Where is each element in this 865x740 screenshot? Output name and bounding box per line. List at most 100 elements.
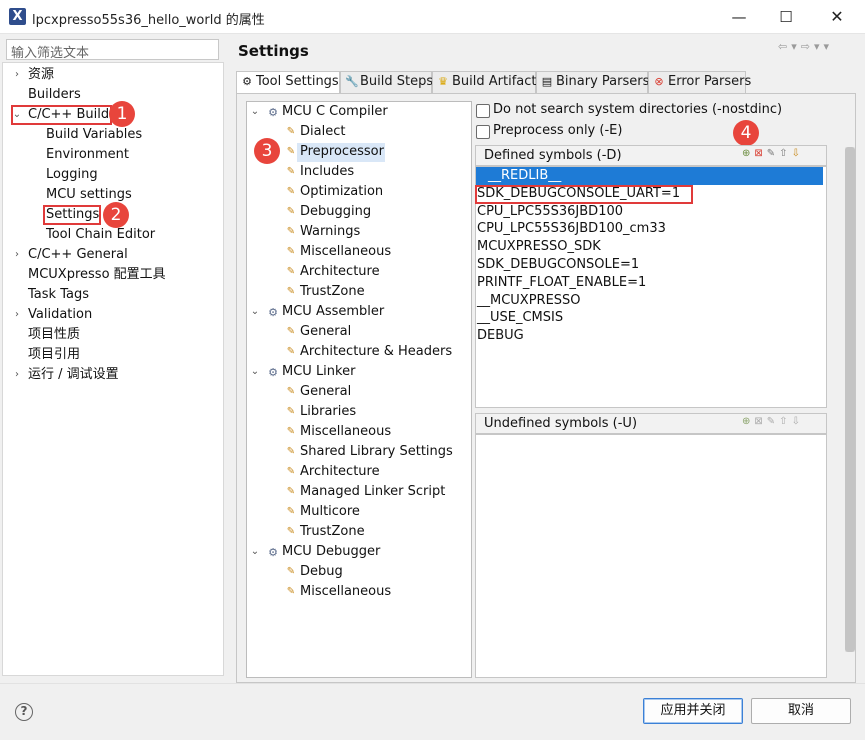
undefined-symbols-list[interactable] (475, 434, 827, 678)
apply-and-close-button[interactable]: 应用并关闭 (643, 698, 743, 724)
option-page-icon: ✎ (286, 466, 296, 477)
tool-option-page[interactable]: Architecture & Headers (300, 342, 452, 362)
filter-input[interactable]: 输入筛选文本 (6, 39, 219, 61)
tab-label: Binary Parsers (556, 74, 650, 89)
tab-error-parsers[interactable]: ⊗ Error Parsers (648, 71, 751, 93)
step-badge-2: 2 (103, 202, 129, 228)
option-page-icon: ✎ (286, 586, 296, 597)
tree-item[interactable]: Logging (46, 165, 98, 185)
tree-item[interactable]: Builders (28, 85, 81, 105)
symbol-row[interactable]: PRINTF_FLOAT_ENABLE=1 (477, 274, 646, 292)
tool-option-page[interactable]: Includes (300, 162, 354, 182)
collapse-icon[interactable]: ⌄ (249, 106, 261, 117)
delete-symbol-icon[interactable]: ⊠ (754, 416, 766, 427)
symbol-row[interactable]: SDK_DEBUGCONSOLE=1 (477, 256, 639, 274)
option-page-icon: ✎ (286, 486, 296, 497)
help-icon[interactable]: ? (15, 703, 33, 721)
tool-option-page[interactable]: Miscellaneous (300, 242, 391, 262)
vertical-scrollbar[interactable] (845, 147, 855, 652)
move-down-icon[interactable]: ⇩ (792, 148, 804, 159)
collapse-icon[interactable]: ⌄ (249, 546, 261, 557)
cancel-button[interactable]: 取消 (751, 698, 851, 724)
tree-item[interactable]: 运行 / 调试设置 (28, 365, 119, 385)
symbol-row[interactable]: CPU_LPC55S36JBD100_cm33 (477, 220, 666, 238)
tree-item[interactable]: 项目性质 (28, 325, 80, 345)
symbol-row[interactable]: __MCUXPRESSO (477, 292, 581, 310)
add-symbol-icon[interactable]: ⊕ (742, 148, 754, 159)
tool-option-page[interactable]: Miscellaneous (300, 582, 391, 602)
tool-option-page[interactable]: Libraries (300, 402, 356, 422)
tree-item[interactable]: Task Tags (28, 285, 89, 305)
tree-item[interactable]: 资源 (28, 65, 54, 85)
tree-item[interactable]: C/C++ General (28, 245, 128, 265)
close-button[interactable]: ✕ (817, 3, 857, 31)
tool-option-page[interactable]: Optimization (300, 182, 383, 202)
collapse-icon[interactable]: ⌄ (249, 366, 261, 377)
tree-item[interactable]: Validation (28, 305, 92, 325)
tool-group[interactable]: MCU C Compiler (282, 102, 388, 122)
tree-item[interactable]: 项目引用 (28, 345, 80, 365)
tool-option-page[interactable]: Architecture (300, 462, 380, 482)
tab-build-artifact[interactable]: ♛ Build Artifact (432, 71, 537, 93)
maximize-button[interactable]: ☐ (766, 3, 806, 31)
tool-option-page[interactable]: Architecture (300, 262, 380, 282)
edit-symbol-icon[interactable]: ✎ (767, 148, 779, 159)
tool-gear-icon: ⚙ (268, 106, 278, 119)
tool-group[interactable]: MCU Assembler (282, 302, 384, 322)
tool-option-page[interactable]: Managed Linker Script (300, 482, 445, 502)
delete-symbol-icon[interactable]: ⊠ (754, 148, 766, 159)
tab-label: Build Artifact (452, 74, 537, 89)
scrollbar-thumb[interactable] (845, 147, 855, 652)
history-nav[interactable]: ⇦▾⇨▾▾ (778, 40, 833, 53)
tab-label: Tool Settings (256, 74, 339, 89)
symbol-row[interactable]: __REDLIB__ (476, 167, 823, 185)
option-page-icon: ✎ (286, 406, 296, 417)
option-page-icon: ✎ (286, 386, 296, 397)
symbol-row[interactable]: DEBUG (477, 327, 524, 345)
option-page-icon: ✎ (286, 226, 296, 237)
option-page-icon: ✎ (286, 346, 296, 357)
tab-tool-settings[interactable]: ⚙ Tool Settings (236, 71, 340, 95)
move-up-icon[interactable]: ⇧ (779, 416, 791, 427)
expand-icon[interactable]: › (11, 369, 23, 380)
tab-build-steps[interactable]: 🔧Build Steps (340, 71, 433, 93)
tool-option-page[interactable]: Dialect (300, 122, 345, 142)
expand-icon[interactable]: › (11, 309, 23, 320)
tree-item[interactable]: MCUXpresso 配置工具 (28, 265, 166, 285)
edit-symbol-icon[interactable]: ✎ (767, 416, 779, 427)
symbol-row[interactable]: CPU_LPC55S36JBD100 (477, 203, 623, 221)
step-badge-3: 3 (254, 138, 280, 164)
expand-icon[interactable]: › (11, 249, 23, 260)
minimize-button[interactable]: — (719, 3, 759, 31)
gear-icon: ⚙ (242, 75, 252, 88)
tool-option-page[interactable]: Miscellaneous (300, 422, 391, 442)
move-up-icon[interactable]: ⇧ (779, 148, 791, 159)
tool-option-page[interactable]: Preprocessor (300, 142, 384, 162)
add-symbol-icon[interactable]: ⊕ (742, 416, 754, 427)
tool-option-page[interactable]: Shared Library Settings (300, 442, 453, 462)
tool-option-page[interactable]: Multicore (300, 502, 360, 522)
tool-option-page[interactable]: General (300, 382, 351, 402)
tool-option-page[interactable]: TrustZone (300, 282, 365, 302)
tool-gear-icon: ⚙ (268, 546, 278, 559)
tool-group[interactable]: MCU Linker (282, 362, 355, 382)
tree-item[interactable]: Tool Chain Editor (46, 225, 155, 245)
collapse-icon[interactable]: ⌄ (249, 306, 261, 317)
preprocess-only-checkbox[interactable] (476, 125, 490, 139)
option-page-icon: ✎ (286, 146, 296, 157)
move-down-icon[interactable]: ⇩ (792, 416, 804, 427)
expand-icon[interactable]: › (11, 69, 23, 80)
tab-binary-parsers[interactable]: ▤ Binary Parsers (536, 71, 650, 93)
tool-group[interactable]: MCU Debugger (282, 542, 380, 562)
tool-option-page[interactable]: Warnings (300, 222, 360, 242)
symbol-row[interactable]: MCUXPRESSO_SDK (477, 238, 601, 256)
tool-option-page[interactable]: General (300, 322, 351, 342)
tool-option-page[interactable]: Debug (300, 562, 343, 582)
tree-item[interactable]: Environment (46, 145, 129, 165)
symbol-row[interactable]: __USE_CMSIS (477, 309, 563, 327)
nostdinc-checkbox[interactable] (476, 104, 490, 118)
tool-option-page[interactable]: Debugging (300, 202, 371, 222)
option-page-icon: ✎ (286, 126, 296, 137)
tool-option-page[interactable]: TrustZone (300, 522, 365, 542)
tree-item[interactable]: Build Variables (46, 125, 142, 145)
